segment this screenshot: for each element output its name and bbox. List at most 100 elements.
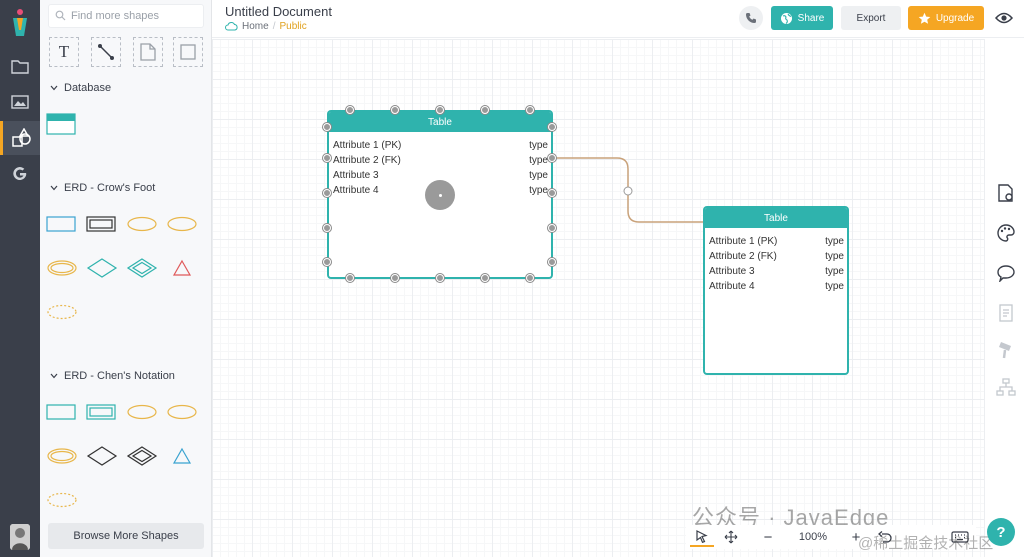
table-row[interactable]: Attribute 1 (PK) type xyxy=(329,140,551,155)
page-settings-button[interactable] xyxy=(995,182,1017,204)
text-tool-button[interactable]: T xyxy=(49,37,79,67)
section-chens-notation[interactable]: ERD - Chen's Notation xyxy=(50,370,175,382)
app-logo-icon[interactable] xyxy=(8,6,32,40)
rotate-handle-dot xyxy=(438,193,442,197)
google-icon[interactable] xyxy=(10,164,30,184)
chen-triangle-shape[interactable] xyxy=(172,447,192,470)
table-row[interactable]: Attribute 4 type xyxy=(705,281,847,296)
chen-attribute-shape[interactable] xyxy=(126,404,158,425)
phone-icon xyxy=(746,13,756,23)
identifying-relationship-shape[interactable] xyxy=(126,257,158,284)
attribute-type: type xyxy=(529,155,548,166)
resize-handle[interactable] xyxy=(323,224,331,232)
resize-handle[interactable] xyxy=(346,274,354,282)
entity-shape[interactable] xyxy=(46,216,76,237)
search-input[interactable]: Find more shapes xyxy=(48,4,204,28)
chen-relationship-shape[interactable] xyxy=(86,445,118,472)
paint-roller-icon xyxy=(999,342,1011,359)
shapes-panel: Find more shapes T Database ERD - Crow's… xyxy=(40,0,212,557)
table-header[interactable]: Table xyxy=(329,112,551,132)
resize-handle[interactable] xyxy=(436,274,444,282)
table-row[interactable]: Attribute 1 (PK) type xyxy=(705,236,847,251)
breadcrumb-visibility[interactable]: Public xyxy=(279,21,306,32)
attribute-type: type xyxy=(529,140,548,151)
connector-midpoint-handle[interactable] xyxy=(623,186,633,196)
weak-entity-shape[interactable] xyxy=(86,216,116,237)
breadcrumb-separator: / xyxy=(272,21,276,32)
resize-handle[interactable] xyxy=(548,258,556,266)
pan-tool-button[interactable] xyxy=(720,527,742,547)
triangle-shape[interactable] xyxy=(172,259,192,282)
palette-icon xyxy=(997,224,1015,242)
resize-handle[interactable] xyxy=(526,274,534,282)
derived-attribute-shape[interactable] xyxy=(46,304,78,325)
chen-weak-entity-shape[interactable] xyxy=(86,404,116,425)
resize-handle[interactable] xyxy=(323,189,331,197)
breadcrumb-home[interactable]: Home xyxy=(242,21,269,32)
preview-button[interactable] xyxy=(992,6,1016,30)
relationship-shape[interactable] xyxy=(86,257,118,284)
export-button[interactable]: Export xyxy=(841,6,901,30)
zoom-level[interactable]: 100% xyxy=(790,527,836,547)
attribute-type: type xyxy=(825,281,844,292)
table-row[interactable]: Attribute 3 type xyxy=(705,266,847,281)
chen-entity-shape[interactable] xyxy=(46,404,76,425)
resize-handle[interactable] xyxy=(548,123,556,131)
chen-key-attribute-shape[interactable] xyxy=(166,404,198,425)
shapes-icon[interactable] xyxy=(0,121,40,155)
resize-handle[interactable] xyxy=(323,123,331,131)
resize-handle[interactable] xyxy=(346,106,354,114)
format-painter-button[interactable] xyxy=(995,339,1017,361)
theme-button[interactable] xyxy=(995,222,1017,244)
resize-handle[interactable] xyxy=(481,106,489,114)
browse-more-shapes-button[interactable]: Browse More Shapes xyxy=(48,523,204,549)
chen-multivalued-attribute-shape[interactable] xyxy=(46,447,78,470)
resize-handle[interactable] xyxy=(391,106,399,114)
comments-button[interactable] xyxy=(995,262,1017,284)
rectangle-tool-button[interactable] xyxy=(173,37,203,67)
erd-table[interactable]: Table Attribute 1 (PK) type Attribute 2 (… xyxy=(703,206,849,375)
resize-handle[interactable] xyxy=(481,274,489,282)
resize-handle[interactable] xyxy=(436,106,444,114)
resize-handle[interactable] xyxy=(391,274,399,282)
chen-derived-attribute-shape[interactable] xyxy=(46,492,78,513)
rectangle-icon xyxy=(180,44,196,60)
table-header[interactable]: Table xyxy=(705,208,847,228)
document-title[interactable]: Untitled Document xyxy=(225,4,332,19)
section-crows-foot[interactable]: ERD - Crow's Foot xyxy=(50,182,155,194)
call-button[interactable] xyxy=(739,6,763,30)
database-table-shape[interactable] xyxy=(46,113,76,140)
org-chart-icon xyxy=(996,378,1016,396)
resize-handle[interactable] xyxy=(526,106,534,114)
layout-button[interactable] xyxy=(995,376,1017,398)
table-row[interactable]: Attribute 2 (FK) type xyxy=(705,251,847,266)
select-tool-button[interactable] xyxy=(690,527,714,547)
resize-handle[interactable] xyxy=(548,154,556,162)
section-title: Database xyxy=(64,82,112,94)
attribute-name: Attribute 3 xyxy=(333,170,379,181)
key-attribute-shape[interactable] xyxy=(166,216,198,237)
text-tool-glyph: T xyxy=(58,42,70,61)
resize-handle[interactable] xyxy=(323,154,331,162)
search-icon xyxy=(55,10,66,24)
note-tool-button[interactable] xyxy=(133,37,163,67)
share-button[interactable]: Share xyxy=(771,6,833,30)
rotate-handle[interactable] xyxy=(425,180,455,210)
image-icon[interactable] xyxy=(10,92,30,112)
resize-handle[interactable] xyxy=(548,189,556,197)
notes-button[interactable] xyxy=(995,302,1017,324)
chen-identifying-relationship-shape[interactable] xyxy=(126,445,158,472)
table-row[interactable]: Attribute 2 (FK) type xyxy=(329,155,551,170)
line-tool-button[interactable] xyxy=(91,37,121,67)
multivalued-attribute-shape[interactable] xyxy=(46,259,78,282)
avatar[interactable] xyxy=(10,524,30,550)
section-database[interactable]: Database xyxy=(50,82,111,94)
folder-icon[interactable] xyxy=(10,56,30,76)
help-button[interactable]: ? xyxy=(987,518,1015,546)
upgrade-button[interactable]: Upgrade xyxy=(908,6,984,30)
resize-handle[interactable] xyxy=(548,224,556,232)
zoom-out-button[interactable]: − xyxy=(758,527,778,547)
attribute-shape[interactable] xyxy=(126,216,158,237)
diagram-canvas[interactable]: Table Attribute 1 (PK) type Attribute 2 (… xyxy=(212,39,984,557)
resize-handle[interactable] xyxy=(323,258,331,266)
